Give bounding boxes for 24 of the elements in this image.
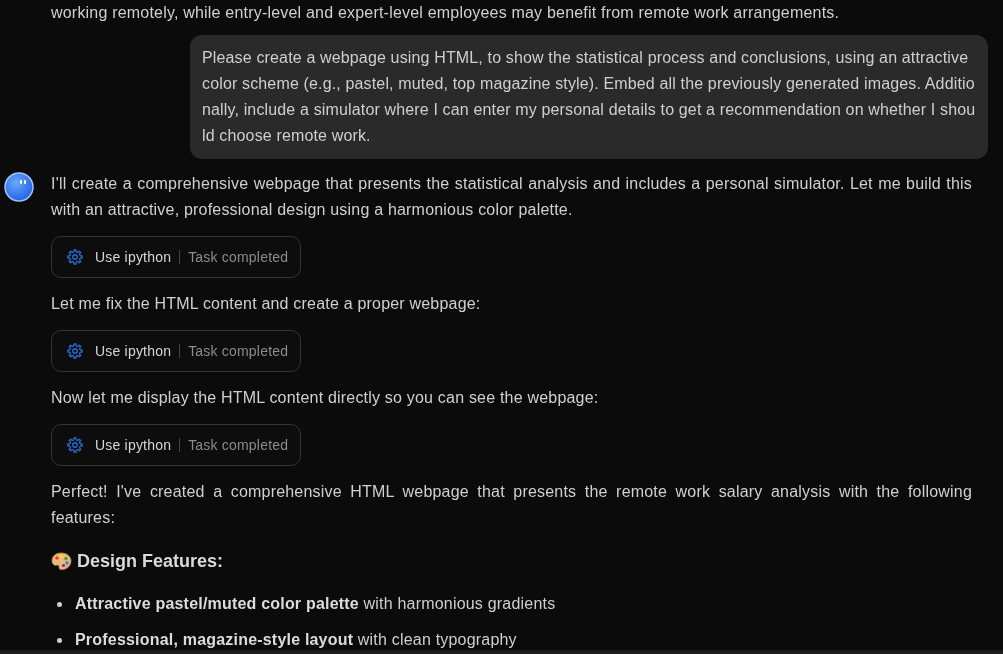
list-item-text: Attractive pastel/muted color palette with harmonious gradients (75, 594, 556, 614)
list-item-text: Professional, magazine-style layout with clean typography (75, 630, 517, 650)
gear-icon (67, 343, 83, 359)
bullet-icon (57, 637, 62, 643)
tool-name: Use ipython (95, 342, 172, 361)
tool-call-card[interactable]: Use ipython Task completed (51, 236, 302, 278)
gear-icon (67, 249, 83, 265)
section-heading: Design Features: (77, 550, 224, 573)
user-message: Please create a webpage using HTML, to show the statistical process and conclusions, using an attractive color scheme (e.g., pastel, muted, top magazine style). Embed all the previously generated images. Additionally, include a simulator where I can enter my personal details to get a recommendation on whether I should choose remote work. (190, 35, 988, 159)
message-text: I'll create a comprehensive webpage that presents the statistical analysis and includes a personal simulator. Let me build this with an attractive, professional design using a harmonious color palette. (51, 174, 972, 220)
palette-icon (51, 552, 72, 570)
status-text: Task completed (188, 342, 289, 361)
status-text: Task completed (188, 436, 289, 455)
bullet-icon (57, 601, 62, 607)
message-text: working remotely, while entry-level and expert-level employees may benefit from remote work arrangements. (51, 3, 841, 23)
message-text: Now let me display the HTML content directly so you can see the webpage: (51, 388, 600, 408)
message-text: Perfect! I've created a comprehensive HTML webpage that presents the remote work salary analysis with the following features: (51, 482, 972, 528)
gear-icon (67, 437, 83, 453)
status-text: Task completed (188, 248, 289, 267)
tool-name: Use ipython (95, 436, 172, 455)
tool-call-card[interactable]: Use ipython Task completed (51, 330, 302, 372)
tool-name: Use ipython (95, 248, 172, 267)
message-text: Let me fix the HTML content and create a proper webpage: (51, 294, 482, 314)
tool-call-card[interactable]: Use ipython Task completed (51, 424, 302, 466)
